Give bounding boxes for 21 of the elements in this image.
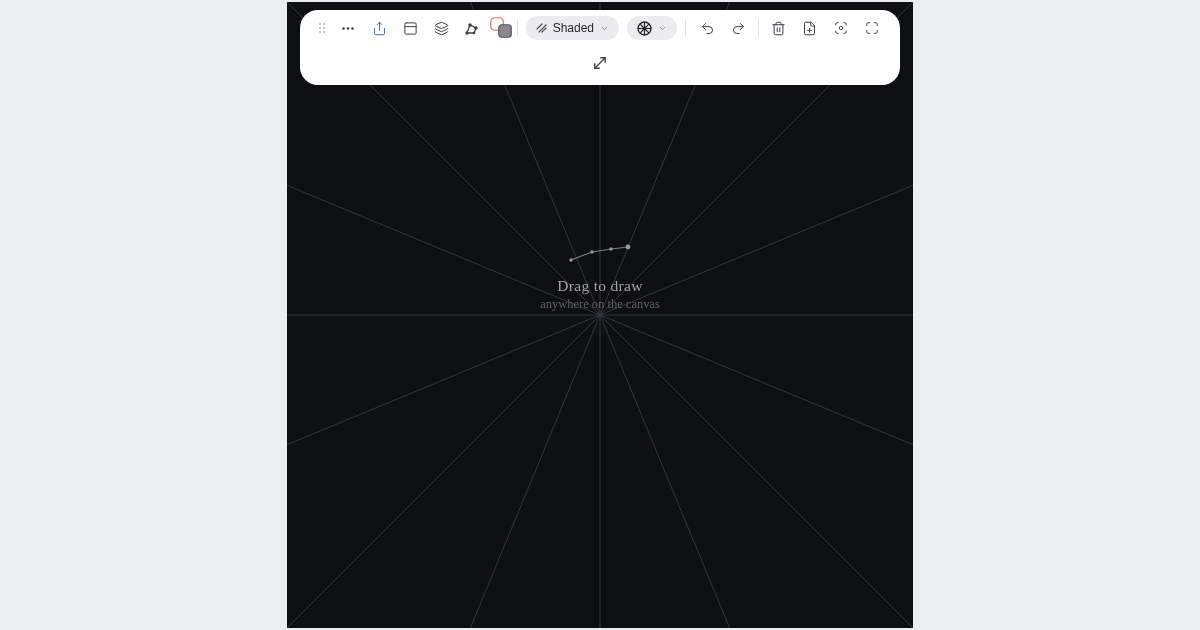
undo-icon bbox=[700, 20, 715, 36]
layers-icon bbox=[433, 20, 449, 36]
fill-swatch-icon bbox=[497, 24, 512, 38]
focus-icon bbox=[833, 21, 848, 35]
expand-icon bbox=[591, 54, 609, 72]
panel-icon bbox=[402, 20, 418, 36]
file-plus-icon bbox=[802, 20, 817, 36]
redo-icon bbox=[731, 20, 746, 36]
hatch-icon bbox=[535, 23, 547, 33]
hint-title: Drag to draw bbox=[557, 277, 643, 295]
shading-select[interactable]: Shaded bbox=[525, 16, 619, 40]
trash-icon bbox=[771, 20, 786, 36]
hint-subtitle: anywhere on the canvas bbox=[540, 297, 660, 312]
symmetry-select[interactable] bbox=[627, 16, 677, 40]
nodes-icon bbox=[465, 21, 479, 35]
sketch-stroke bbox=[569, 244, 631, 262]
drag-handle-icon[interactable] bbox=[318, 23, 325, 33]
wheel-icon bbox=[637, 20, 652, 36]
fullscreen-icon bbox=[864, 21, 879, 35]
more-icon bbox=[342, 26, 354, 30]
share-icon bbox=[371, 20, 387, 36]
